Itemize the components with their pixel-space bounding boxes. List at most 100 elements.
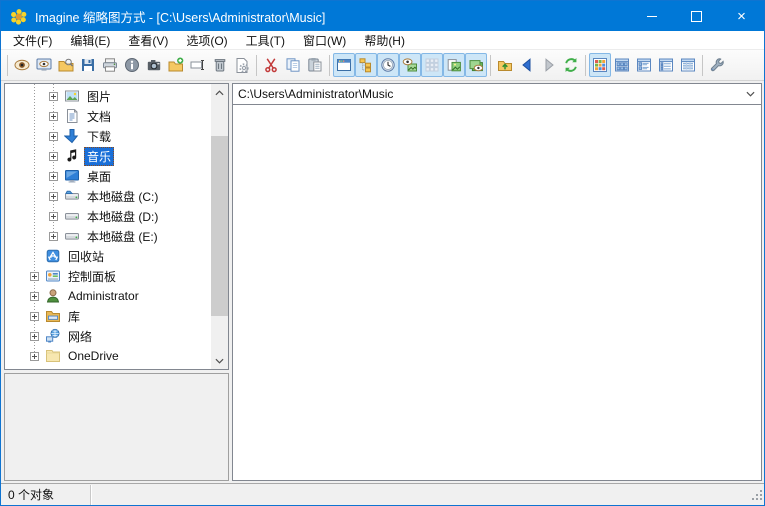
details-view-button[interactable] xyxy=(677,53,699,77)
expand-plus-icon[interactable] xyxy=(49,152,58,161)
tree-item-recycle-bin[interactable]: 回收站 xyxy=(5,246,211,266)
scissors-icon xyxy=(263,57,279,73)
save-button[interactable] xyxy=(77,53,99,77)
tree-item-disk-c[interactable]: 本地磁盘 (C:) xyxy=(5,186,211,206)
view-tiles-icon xyxy=(636,57,652,73)
new-folder-button[interactable] xyxy=(165,53,187,77)
tree-item-label: 控制面板 xyxy=(65,267,119,286)
expand-plus-icon[interactable] xyxy=(49,112,58,121)
close-button[interactable]: × xyxy=(719,1,764,31)
tiles-view-button[interactable] xyxy=(633,53,655,77)
cut-button[interactable] xyxy=(260,53,282,77)
monitor-eye-icon xyxy=(36,57,52,73)
scroll-track[interactable] xyxy=(211,101,228,352)
view-image-button[interactable] xyxy=(11,53,33,77)
expand-plus-icon[interactable] xyxy=(30,312,39,321)
expand-plus-icon[interactable] xyxy=(49,132,58,141)
menu-help[interactable]: 帮助(H) xyxy=(355,31,414,50)
content-panel: C:\Users\Administrator\Music xyxy=(232,83,762,481)
tree-item-control-panel[interactable]: 控制面板 xyxy=(5,266,211,286)
minimize-button[interactable] xyxy=(629,1,674,31)
tree-item-onedrive[interactable]: OneDrive xyxy=(5,346,211,366)
expand-plus-icon[interactable] xyxy=(49,232,58,241)
page-image-icon xyxy=(446,57,462,73)
libraries-icon xyxy=(44,308,61,324)
expand-plus-icon[interactable] xyxy=(30,332,39,341)
tree-item-label: 网络 xyxy=(65,327,95,346)
toggle-grid-button[interactable] xyxy=(421,53,443,77)
status-bar: 0 个对象 xyxy=(1,483,764,505)
tree-item-downloads[interactable]: 下载 xyxy=(5,126,211,146)
capture-button[interactable] xyxy=(143,53,165,77)
tree-item-label: 音乐 xyxy=(84,147,114,166)
scroll-up-button[interactable] xyxy=(211,84,228,101)
object-count-label: 0 个对象 xyxy=(1,486,90,503)
clipboard-icon xyxy=(307,57,323,73)
back-button[interactable] xyxy=(516,53,538,77)
menu-file[interactable]: 文件(F) xyxy=(4,31,61,50)
tree-item-disk-d[interactable]: 本地磁盘 (D:) xyxy=(5,206,211,226)
chevron-down-icon[interactable] xyxy=(744,88,756,100)
tree-item-label: OneDrive xyxy=(65,348,122,364)
expand-plus-icon[interactable] xyxy=(49,92,58,101)
tree-item-desktop[interactable]: 桌面 xyxy=(5,166,211,186)
toggle-folder-tree-button[interactable] xyxy=(355,53,377,77)
menu-window[interactable]: 窗口(W) xyxy=(294,31,355,50)
file-list-area[interactable] xyxy=(233,105,761,480)
address-combobox[interactable]: C:\Users\Administrator\Music xyxy=(233,84,761,105)
parent-folder-button[interactable] xyxy=(494,53,516,77)
menu-view[interactable]: 查看(V) xyxy=(119,31,177,50)
maximize-button[interactable] xyxy=(674,1,719,31)
file-info-button[interactable] xyxy=(121,53,143,77)
network-icon xyxy=(44,328,61,344)
expand-plus-icon[interactable] xyxy=(30,292,39,301)
menu-options[interactable]: 选项(O) xyxy=(177,31,236,50)
resize-grip[interactable] xyxy=(752,490,763,504)
toggle-preview-button[interactable] xyxy=(399,53,421,77)
tree-item-network[interactable]: 网络 xyxy=(5,326,211,346)
expand-plus-icon[interactable] xyxy=(30,352,39,361)
options-button[interactable] xyxy=(706,53,728,77)
toggle-address-bar-button[interactable] xyxy=(333,53,355,77)
expand-plus-icon[interactable] xyxy=(49,192,58,201)
delete-button[interactable] xyxy=(209,53,231,77)
browse-button[interactable] xyxy=(55,53,77,77)
scroll-thumb[interactable] xyxy=(211,136,228,316)
expand-plus-icon[interactable] xyxy=(49,212,58,221)
toggle-show-images-button[interactable] xyxy=(465,53,487,77)
disk-icon xyxy=(63,208,80,224)
maximize-icon xyxy=(691,11,702,22)
forward-button[interactable] xyxy=(538,53,560,77)
paste-button[interactable] xyxy=(304,53,326,77)
expand-plus-icon[interactable] xyxy=(30,272,39,281)
toolbar-separator xyxy=(702,55,703,76)
tree-item-libraries[interactable]: 库 xyxy=(5,306,211,326)
user-icon xyxy=(44,288,61,304)
tree-item-documents[interactable]: 文档 xyxy=(5,106,211,126)
menu-edit[interactable]: 编辑(E) xyxy=(61,31,119,50)
slideshow-button[interactable] xyxy=(33,53,55,77)
tree-scrollbar[interactable] xyxy=(211,84,228,369)
tree-item-music[interactable]: 音乐 xyxy=(5,146,211,166)
expand-plus-icon[interactable] xyxy=(49,172,58,181)
tree-item-pictures[interactable]: 图片 xyxy=(5,86,211,106)
arrow-right-icon xyxy=(541,57,557,73)
folder-up-icon xyxy=(497,57,513,73)
tree-item-administrator[interactable]: Administrator xyxy=(5,286,211,306)
icons-view-button[interactable] xyxy=(611,53,633,77)
refresh-button[interactable] xyxy=(560,53,582,77)
list-view-button[interactable] xyxy=(655,53,677,77)
scroll-down-button[interactable] xyxy=(211,352,228,369)
downloads-icon xyxy=(63,128,80,144)
toggle-history-button[interactable] xyxy=(377,53,399,77)
print-button[interactable] xyxy=(99,53,121,77)
music-icon xyxy=(63,148,80,164)
toolbar-separator xyxy=(329,55,330,76)
copy-button[interactable] xyxy=(282,53,304,77)
tree-item-disk-e[interactable]: 本地磁盘 (E:) xyxy=(5,226,211,246)
toggle-copy-image-button[interactable] xyxy=(443,53,465,77)
rename-button[interactable] xyxy=(187,53,209,77)
batch-convert-button[interactable] xyxy=(231,53,253,77)
menu-tools[interactable]: 工具(T) xyxy=(237,31,294,50)
thumbnails-view-button[interactable] xyxy=(589,53,611,77)
